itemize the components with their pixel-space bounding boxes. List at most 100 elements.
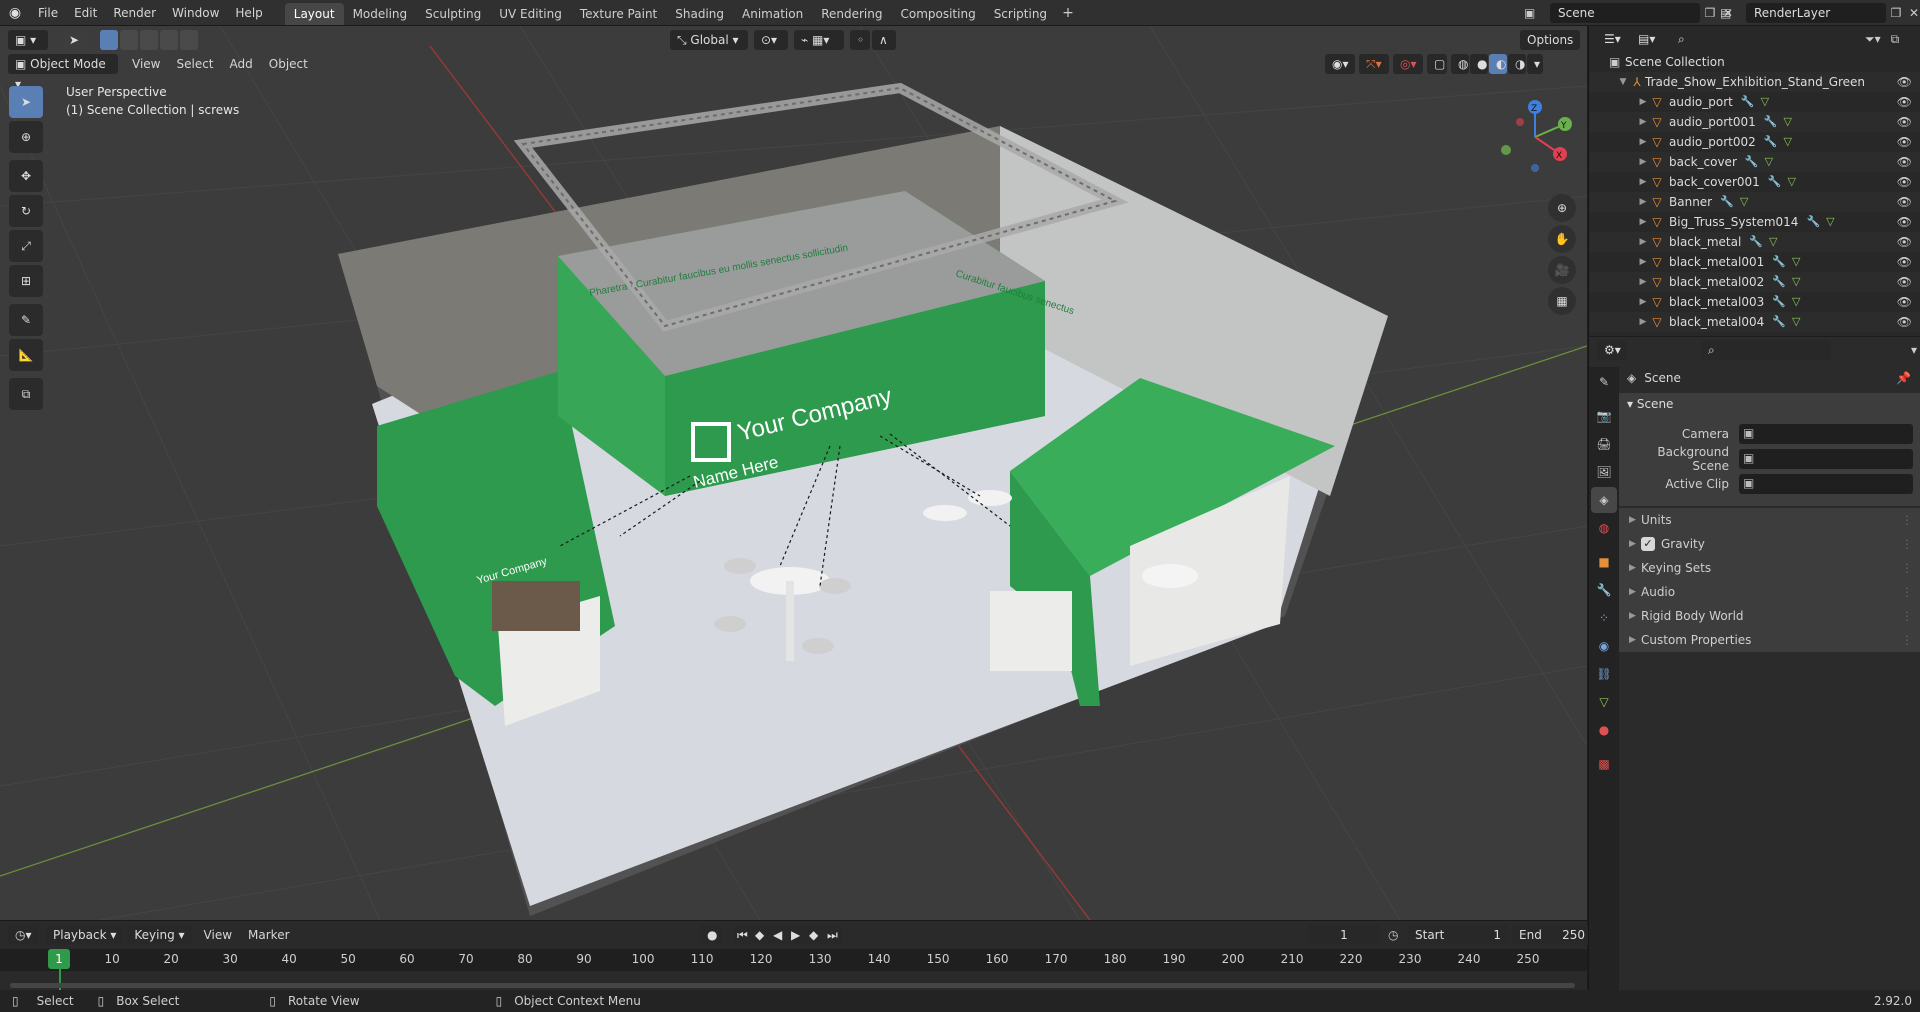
annotate-tool-icon[interactable]: ✎ xyxy=(9,304,43,336)
transform-tool-icon[interactable]: ⊞ xyxy=(9,265,43,297)
tab-modeling[interactable]: Modeling xyxy=(344,3,417,25)
outliner-item[interactable]: ▶ ▽ black_metal002 🔧 ▽ 👁 xyxy=(1589,272,1920,292)
menu-file[interactable]: File xyxy=(30,0,66,26)
expand-arrow-icon[interactable]: ▶ xyxy=(1637,172,1649,192)
menu-help[interactable]: Help xyxy=(227,0,270,26)
select-intersect-icon[interactable] xyxy=(180,30,198,50)
tab-shading[interactable]: Shading xyxy=(666,3,733,25)
outliner-item[interactable]: ▶ ▽ Banner 🔧 ▽ 👁 xyxy=(1589,192,1920,212)
outliner-item[interactable]: ▶ ▽ back_cover001 🔧 ▽ 👁 xyxy=(1589,172,1920,192)
scene-icon[interactable]: ▣ xyxy=(1524,6,1550,20)
view-layer-field[interactable]: RenderLayer xyxy=(1746,3,1886,23)
world-tab-icon[interactable]: ◍ xyxy=(1591,515,1617,541)
visibility-eye-icon[interactable]: 👁 xyxy=(1897,72,1912,92)
material-tab-icon[interactable]: ● xyxy=(1591,717,1617,743)
modifier-wrench-icon[interactable]: 🔧 xyxy=(1764,112,1778,132)
measure-tool-icon[interactable]: 📐 xyxy=(9,339,43,371)
visibility-eye-icon[interactable]: 👁 xyxy=(1897,312,1912,332)
select-tool-icon[interactable]: ➤ xyxy=(62,30,88,50)
expand-arrow-icon[interactable]: ▶ xyxy=(1637,112,1649,132)
mesh-data-icon[interactable]: ▽ xyxy=(1792,252,1800,272)
falloff-icon[interactable]: ∧ xyxy=(872,30,896,50)
tool-tab-icon[interactable]: ✎ xyxy=(1591,369,1617,395)
modifier-wrench-icon[interactable]: 🔧 xyxy=(1772,272,1786,292)
visibility-eye-icon[interactable]: 👁 xyxy=(1897,192,1912,212)
expand-arrow-icon[interactable]: ▶ xyxy=(1637,232,1649,252)
delete-view-layer-icon[interactable]: ✕ xyxy=(1906,6,1920,20)
visibility-eye-icon[interactable]: 👁 xyxy=(1897,172,1912,192)
expand-arrow-icon[interactable]: ▶ xyxy=(1637,252,1649,272)
viewport-menu-add[interactable]: Add xyxy=(222,54,261,74)
expand-arrow-icon[interactable]: ▶ xyxy=(1637,152,1649,172)
drag-handle-icon[interactable]: ⋮ xyxy=(1901,532,1913,556)
mesh-data-icon[interactable]: ▽ xyxy=(1761,92,1769,112)
tab-texture-paint[interactable]: Texture Paint xyxy=(571,3,666,25)
navigation-gizmo[interactable]: Z Y X xyxy=(1490,92,1580,182)
zoom-icon[interactable]: ⊕ xyxy=(1548,194,1576,222)
tab-compositing[interactable]: Compositing xyxy=(891,3,984,25)
expand-arrow-icon[interactable]: ▼ xyxy=(1617,72,1629,92)
drag-handle-icon[interactable]: ⋮ xyxy=(1901,604,1913,628)
mesh-data-icon[interactable]: ▽ xyxy=(1792,292,1800,312)
viewport-menu-view[interactable]: View xyxy=(124,54,168,74)
camera-view-icon[interactable]: 🎥 xyxy=(1548,256,1576,284)
modifier-wrench-icon[interactable]: 🔧 xyxy=(1772,292,1786,312)
visibility-eye-icon[interactable]: 👁 xyxy=(1897,252,1912,272)
subpanel-audio[interactable]: ▶ Audio ⋮ xyxy=(1619,580,1920,604)
overlay-toggle-icon[interactable]: ◎▾ xyxy=(1393,54,1423,74)
modifier-tab-icon[interactable]: 🔧 xyxy=(1591,577,1617,603)
expand-arrow-icon[interactable]: ▶ xyxy=(1637,312,1649,332)
scale-tool-icon[interactable]: ⤢ xyxy=(9,230,43,262)
modifier-wrench-icon[interactable]: 🔧 xyxy=(1806,212,1820,232)
tab-layout[interactable]: Layout xyxy=(284,2,344,25)
active-clip-field[interactable]: ▣ xyxy=(1739,473,1913,494)
expand-arrow-icon[interactable]: ▶ xyxy=(1637,212,1649,232)
mesh-data-icon[interactable]: ▽ xyxy=(1740,192,1748,212)
viewport-menu-object[interactable]: Object xyxy=(261,54,316,74)
drag-handle-icon[interactable]: ⋮ xyxy=(1901,556,1913,580)
outliner-item[interactable]: ▶ ▽ audio_port 🔧 ▽ 👁 xyxy=(1589,92,1920,112)
subpanel-custom-properties[interactable]: ▶ Custom Properties ⋮ xyxy=(1619,628,1920,652)
new-scene-icon[interactable]: ❐ xyxy=(1700,6,1720,20)
expand-arrow-icon[interactable]: ▶ xyxy=(1637,192,1649,212)
tab-scripting[interactable]: Scripting xyxy=(985,3,1056,25)
render-tab-icon[interactable]: 📷 xyxy=(1591,403,1617,429)
subpanel-gravity[interactable]: ▶ ✓ Gravity ⋮ xyxy=(1619,532,1920,556)
add-cube-tool-icon[interactable]: ⧉ xyxy=(9,378,43,410)
modifier-wrench-icon[interactable]: 🔧 xyxy=(1772,252,1786,272)
tab-rendering[interactable]: Rendering xyxy=(812,3,891,25)
data-tab-icon[interactable]: ▽ xyxy=(1591,689,1617,715)
visibility-eye-icon[interactable]: 👁 xyxy=(1897,112,1912,132)
outliner-item[interactable]: ▶ ▽ audio_port001 🔧 ▽ 👁 xyxy=(1589,112,1920,132)
view-layer-icon[interactable]: ▤ xyxy=(1720,6,1746,20)
shading-material-icon[interactable]: ◐ xyxy=(1489,54,1507,74)
properties-editor-type-icon[interactable]: ⚙▾ xyxy=(1597,340,1627,360)
mesh-data-icon[interactable]: ▽ xyxy=(1783,132,1791,152)
outliner-item[interactable]: ▶ ▽ black_metal003 🔧 ▽ 👁 xyxy=(1589,292,1920,312)
modifier-wrench-icon[interactable]: 🔧 xyxy=(1749,232,1763,252)
expand-arrow-icon[interactable]: ▶ xyxy=(1637,292,1649,312)
drag-handle-icon[interactable]: ⋮ xyxy=(1901,628,1913,652)
gizmo-toggle-icon[interactable]: ⤧▾ xyxy=(1359,54,1389,74)
properties-options-icon[interactable]: ▾ xyxy=(1911,343,1917,357)
constraints-tab-icon[interactable]: ⛓ xyxy=(1591,661,1617,687)
menu-render[interactable]: Render xyxy=(105,0,164,26)
transform-orientation-dropdown[interactable]: ⤡ Global ▾ xyxy=(670,30,748,50)
visibility-eye-icon[interactable]: 👁 xyxy=(1897,232,1912,252)
menu-edit[interactable]: Edit xyxy=(66,0,105,26)
camera-field[interactable]: ▣ xyxy=(1739,423,1913,444)
modifier-wrench-icon[interactable]: 🔧 xyxy=(1720,192,1734,212)
subpanel-units[interactable]: ▶ Units ⋮ xyxy=(1619,508,1920,532)
particles-tab-icon[interactable]: ⁘ xyxy=(1591,605,1617,631)
outliner-item[interactable]: ▶ ▽ black_metal001 🔧 ▽ 👁 xyxy=(1589,252,1920,272)
drag-handle-icon[interactable]: ⋮ xyxy=(1901,508,1913,532)
background-scene-field[interactable]: ▣ xyxy=(1739,448,1913,469)
visibility-eye-icon[interactable]: 👁 xyxy=(1897,272,1912,292)
modifier-wrench-icon[interactable]: 🔧 xyxy=(1741,92,1755,112)
viewport-menu-select[interactable]: Select xyxy=(168,54,221,74)
visibility-eye-icon[interactable]: 👁 xyxy=(1897,292,1912,312)
physics-tab-icon[interactable]: ◉ xyxy=(1591,633,1617,659)
shading-options-icon[interactable]: ▾ xyxy=(1527,54,1543,74)
outliner-editor-type-icon[interactable]: ☰▾ xyxy=(1597,29,1627,49)
select-new-icon[interactable] xyxy=(100,30,118,50)
